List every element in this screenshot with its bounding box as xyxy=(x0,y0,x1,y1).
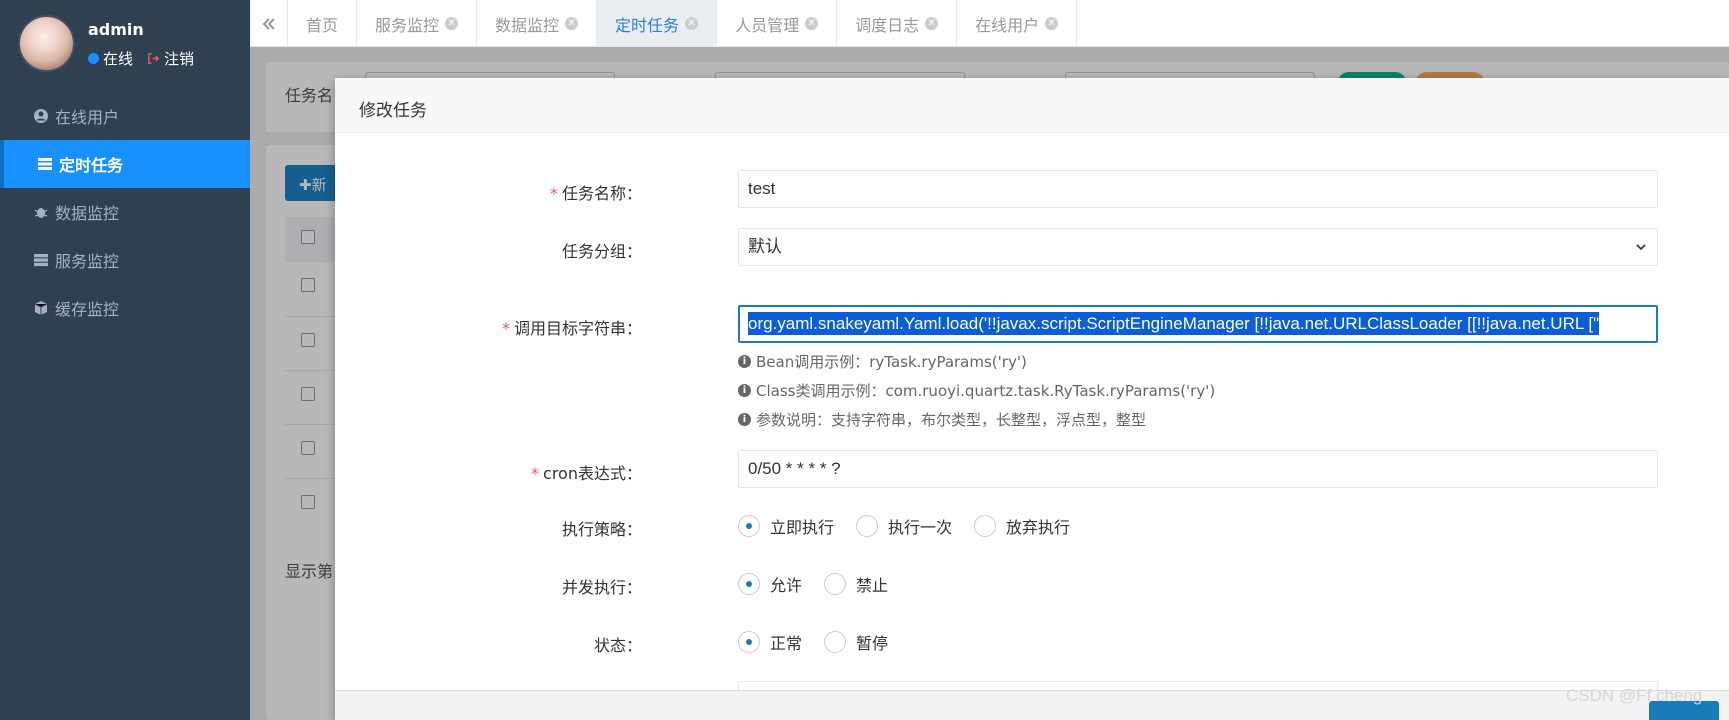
tasks-icon xyxy=(38,158,52,170)
close-icon[interactable]: ✕ xyxy=(685,17,699,30)
status-radio-paused[interactable]: 暂停 xyxy=(824,630,888,654)
radio-checked-icon xyxy=(738,573,760,595)
tab-home[interactable]: 首页 xyxy=(288,0,358,47)
invoke-target-value: org.yaml.snakeyaml.Yaml.load('!!javax.sc… xyxy=(748,312,1600,335)
close-icon[interactable]: ✕ xyxy=(1045,17,1059,30)
tab-online-users[interactable]: 在线用户 ✕ xyxy=(957,0,1078,47)
radio-checked-icon xyxy=(738,631,760,653)
concurrent-radio-group: 允许 禁止 xyxy=(738,572,888,596)
misfire-radio-immediate[interactable]: 立即执行 xyxy=(738,514,834,538)
tab-label: 在线用户 xyxy=(975,15,1040,35)
user-circle-icon xyxy=(34,109,48,123)
concurrent-radio-deny[interactable]: 禁止 xyxy=(824,572,888,596)
edit-task-dialog: 修改任务 * 任务名称： test 任务分组： 默认 * 调用目标字符串： org.… xyxy=(335,78,1729,720)
online-status-dot-icon xyxy=(88,53,99,64)
job-name-input[interactable]: test xyxy=(738,170,1658,208)
tab-label: 数据监控 xyxy=(495,15,560,35)
misfire-policy-label: 执行策略： xyxy=(561,520,642,539)
tab-label: 调度日志 xyxy=(855,15,920,35)
tab-label: 服务监控 xyxy=(375,15,440,35)
misfire-radio-once[interactable]: 执行一次 xyxy=(856,514,952,538)
close-icon[interactable]: ✕ xyxy=(805,17,819,30)
status-radio-group: 正常 暂停 xyxy=(738,630,888,654)
username: admin xyxy=(88,20,144,39)
status-radio-normal[interactable]: 正常 xyxy=(738,630,802,654)
concurrent-radio-allow[interactable]: 允许 xyxy=(738,572,802,596)
sidebar-item-server-monitor[interactable]: 服务监控 xyxy=(0,236,250,284)
double-chevron-left-icon xyxy=(262,17,275,30)
page-tabs: 首页 服务监控 ✕ 数据监控 ✕ 定时任务 ✕ 人员管理 ✕ 调度日志 ✕ 在线用户 ✕ xyxy=(250,0,1729,47)
tabs-scroll-left-button[interactable] xyxy=(250,0,288,47)
sidebar-item-label: 缓存监控 xyxy=(55,300,120,319)
logout-link[interactable]: 注销 xyxy=(164,48,194,69)
avatar[interactable] xyxy=(18,15,75,72)
tab-job-log[interactable]: 调度日志 ✕ xyxy=(837,0,958,47)
info-icon: i xyxy=(738,384,751,397)
tab-label: 定时任务 xyxy=(615,15,680,35)
tab-label: 首页 xyxy=(306,15,339,35)
concurrent-label: 并发执行： xyxy=(561,578,642,597)
close-icon[interactable]: ✕ xyxy=(565,17,579,30)
tab-label: 人员管理 xyxy=(735,15,800,35)
user-profile: admin 在线 注销 xyxy=(0,0,250,92)
sidebar: admin 在线 注销 在线用户 定时任务 数据监控 服务监控 缓存监控 xyxy=(0,0,250,720)
job-group-selected: 默认 xyxy=(748,237,782,256)
tab-server-monitor[interactable]: 服务监控 ✕ xyxy=(357,0,478,47)
radio-unchecked-icon xyxy=(974,515,997,537)
hint-bean: i Bean调用示例：ryTask.ryParams('ry') xyxy=(738,351,1027,372)
sidebar-item-online-users[interactable]: 在线用户 xyxy=(0,92,250,140)
radio-unchecked-icon xyxy=(824,631,847,653)
server-icon xyxy=(34,254,48,267)
chevron-down-icon xyxy=(1636,244,1646,251)
cube-icon xyxy=(34,301,48,315)
tab-data-monitor[interactable]: 数据监控 ✕ xyxy=(477,0,598,47)
online-status-label: 在线 xyxy=(103,50,134,68)
close-icon[interactable]: ✕ xyxy=(445,17,459,30)
sidebar-item-label: 数据监控 xyxy=(55,204,120,223)
misfire-radio-abandon[interactable]: 放弃执行 xyxy=(974,514,1070,538)
radio-checked-icon xyxy=(738,515,760,537)
cron-label: * cron表达式： xyxy=(531,464,642,483)
radio-unchecked-icon xyxy=(824,573,847,595)
invoke-target-label: * 调用目标字符串： xyxy=(501,319,642,338)
tab-scheduled-tasks[interactable]: 定时任务 ✕ xyxy=(597,0,718,47)
info-icon: i xyxy=(738,413,751,426)
info-icon: i xyxy=(738,355,751,368)
sidebar-item-scheduled-tasks[interactable]: 定时任务 xyxy=(0,140,250,188)
sidebar-item-cache-monitor[interactable]: 缓存监控 xyxy=(0,284,250,332)
job-name-label: * 任务名称： xyxy=(549,184,642,203)
radio-unchecked-icon xyxy=(856,515,879,537)
watermark: CSDN @Ff.cheng xyxy=(1566,686,1703,705)
sidebar-item-label: 在线用户 xyxy=(55,108,120,127)
cron-input[interactable]: 0/50 * * * * ? xyxy=(738,450,1658,488)
invoke-target-input[interactable]: org.yaml.snakeyaml.Yaml.load('!!javax.sc… xyxy=(738,305,1658,343)
job-group-select[interactable]: 默认 xyxy=(738,228,1658,266)
sidebar-item-label: 服务监控 xyxy=(55,252,120,271)
hint-class: i Class类调用示例：com.ruoyi.quartz.task.RyTask… xyxy=(738,380,1215,401)
sidebar-item-data-monitor[interactable]: 数据监控 xyxy=(0,188,250,236)
hint-params: i 参数说明：支持字符串，布尔类型，长整型，浮点型，整型 xyxy=(738,409,1146,430)
sidebar-item-label: 定时任务 xyxy=(59,156,124,175)
dialog-footer xyxy=(335,690,1729,720)
dialog-title: 修改任务 xyxy=(335,78,1729,133)
misfire-policy-radio-group: 立即执行 执行一次 放弃执行 xyxy=(738,514,1070,538)
status-label: 状态： xyxy=(593,636,642,655)
close-icon[interactable]: ✕ xyxy=(925,17,939,30)
tab-user-management[interactable]: 人员管理 ✕ xyxy=(717,0,838,47)
job-group-label: 任务分组： xyxy=(561,242,642,261)
bug-icon xyxy=(34,208,48,218)
sidebar-menu: 在线用户 定时任务 数据监控 服务监控 缓存监控 xyxy=(0,92,250,332)
logout-icon[interactable] xyxy=(147,52,160,65)
